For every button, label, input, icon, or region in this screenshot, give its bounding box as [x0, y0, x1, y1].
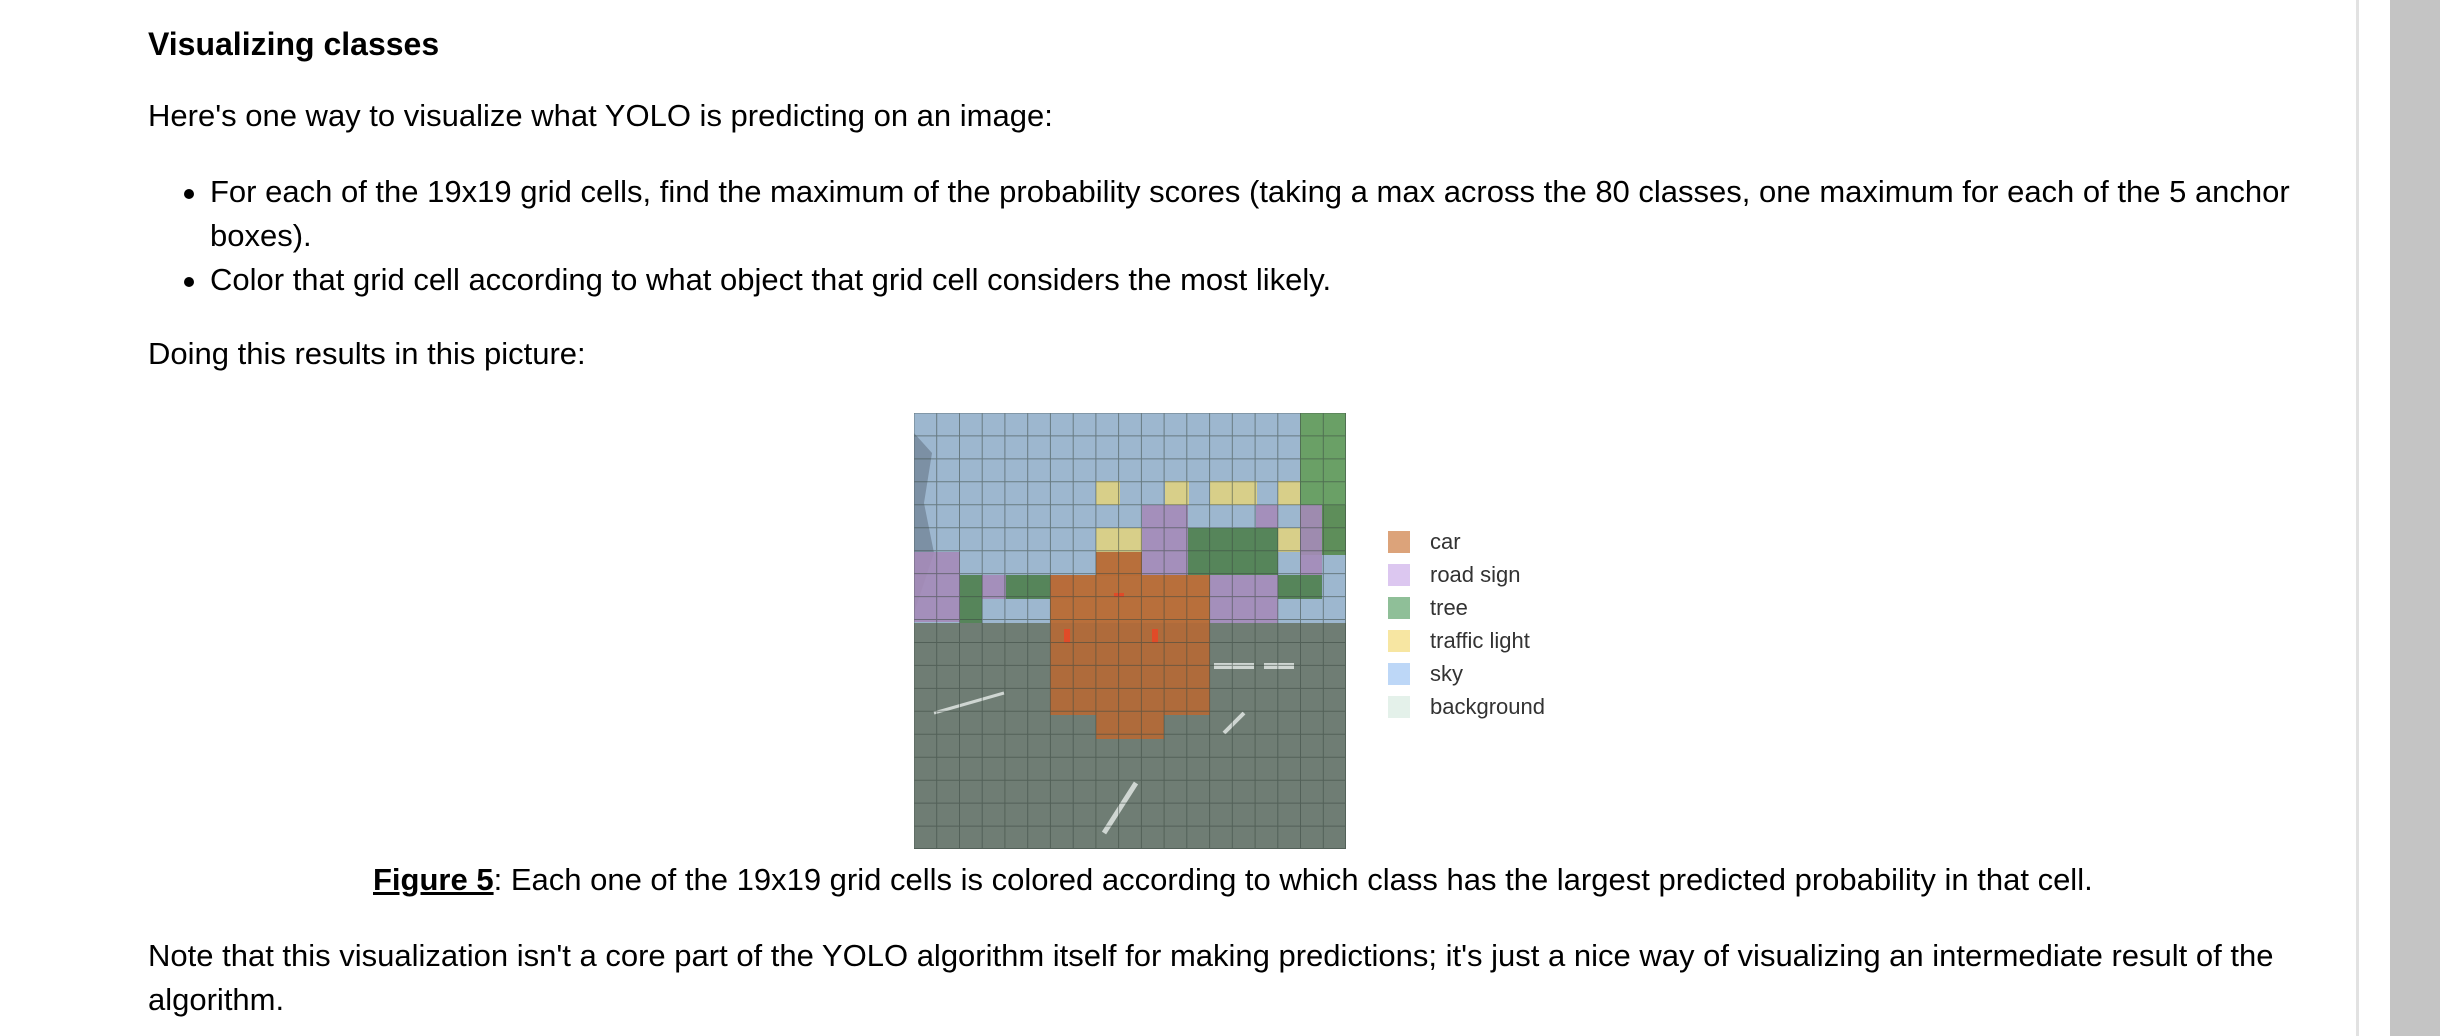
- content-divider: [2356, 0, 2359, 1036]
- class-legend: car road sign tree traffic light sky bac…: [1388, 525, 1545, 723]
- caption-text: : Each one of the 19x19 grid cells is co…: [493, 862, 2093, 897]
- notebook-content: Visualizing classes Here's one way to vi…: [0, 0, 2356, 1036]
- legend-swatch: [1388, 629, 1410, 652]
- legend-item: background: [1388, 690, 1545, 723]
- legend-swatch: [1388, 695, 1410, 718]
- bullet-list: For each of the 19x19 grid cells, find t…: [148, 170, 2308, 302]
- legend-item: sky: [1388, 657, 1545, 690]
- note-paragraph: Note that this visualization isn't a cor…: [148, 938, 2274, 1017]
- legend-item: traffic light: [1388, 624, 1545, 657]
- legend-swatch: [1388, 530, 1410, 553]
- legend-item: tree: [1388, 591, 1545, 624]
- legend-swatch: [1388, 662, 1410, 685]
- section-heading: Visualizing classes: [148, 26, 440, 62]
- legend-label: tree: [1430, 594, 1468, 620]
- legend-label: car: [1430, 528, 1461, 554]
- intro-paragraph: Here's one way to visualize what YOLO is…: [148, 98, 1053, 133]
- legend-label: traffic light: [1430, 627, 1530, 653]
- bullet-item: Color that grid cell according to what o…: [148, 258, 2308, 302]
- figure-caption: Figure 5: Each one of the 19x19 grid cel…: [373, 860, 2093, 900]
- doing-paragraph: Doing this results in this picture:: [148, 336, 586, 371]
- bullet-item: For each of the 19x19 grid cells, find t…: [148, 170, 2308, 258]
- legend-item: car: [1388, 525, 1545, 558]
- figure-label: Figure 5: [373, 862, 494, 897]
- legend-label: background: [1430, 693, 1545, 719]
- legend-label: road sign: [1430, 561, 1521, 587]
- legend-item: road sign: [1388, 558, 1545, 591]
- scrollbar[interactable]: [2390, 0, 2440, 1036]
- legend-swatch: [1388, 563, 1410, 586]
- legend-label: sky: [1430, 660, 1463, 686]
- legend-swatch: [1388, 596, 1410, 619]
- class-visualization-image: [914, 413, 1346, 849]
